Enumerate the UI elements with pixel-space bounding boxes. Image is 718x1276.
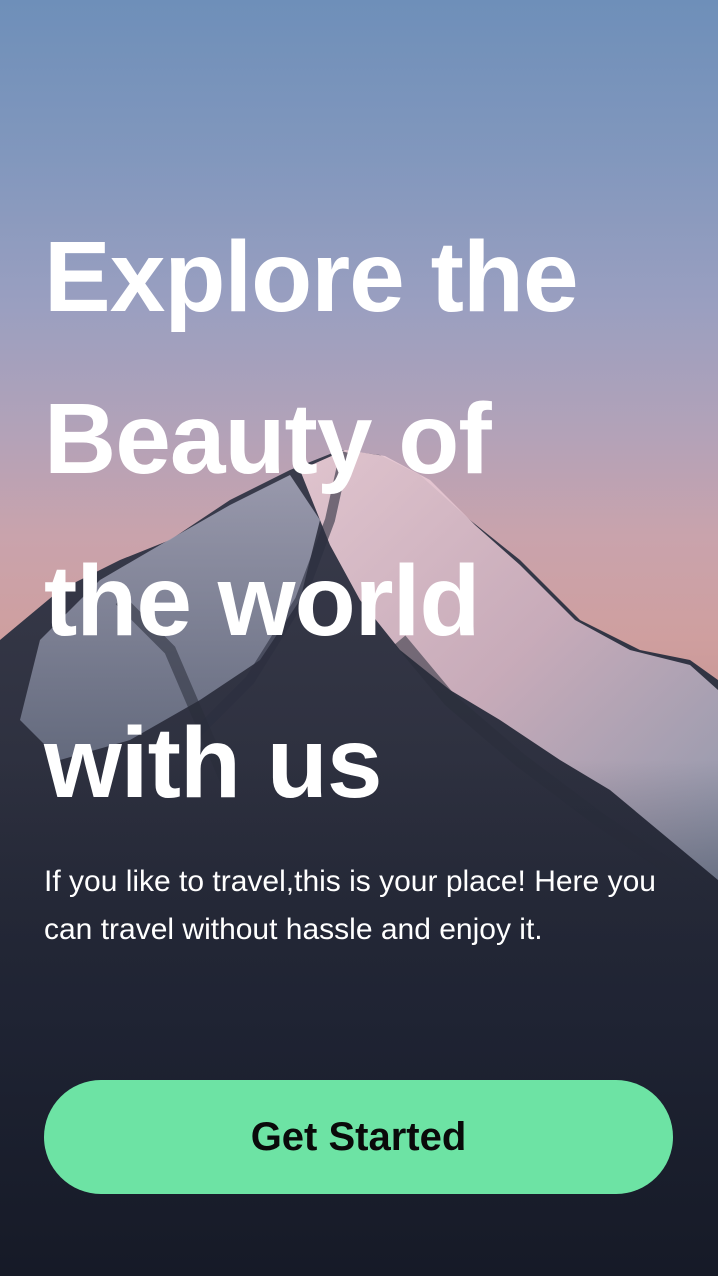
subtitle: If you like to travel,this is your place… — [44, 865, 656, 946]
headline-line: Explore the — [44, 221, 579, 333]
headline-line: with us — [44, 707, 382, 819]
headline-line: Beauty of — [44, 383, 492, 495]
onboarding-content: Explore the Beauty of the world with us … — [44, 221, 684, 954]
headline-line: the world — [44, 545, 480, 657]
get-started-button[interactable]: Get Started — [44, 1080, 673, 1194]
onboarding-screen: Explore the Beauty of the world with us … — [0, 0, 718, 1276]
headline: Explore the Beauty of the world with us — [44, 196, 684, 844]
get-started-label: Get Started — [250, 1114, 467, 1159]
